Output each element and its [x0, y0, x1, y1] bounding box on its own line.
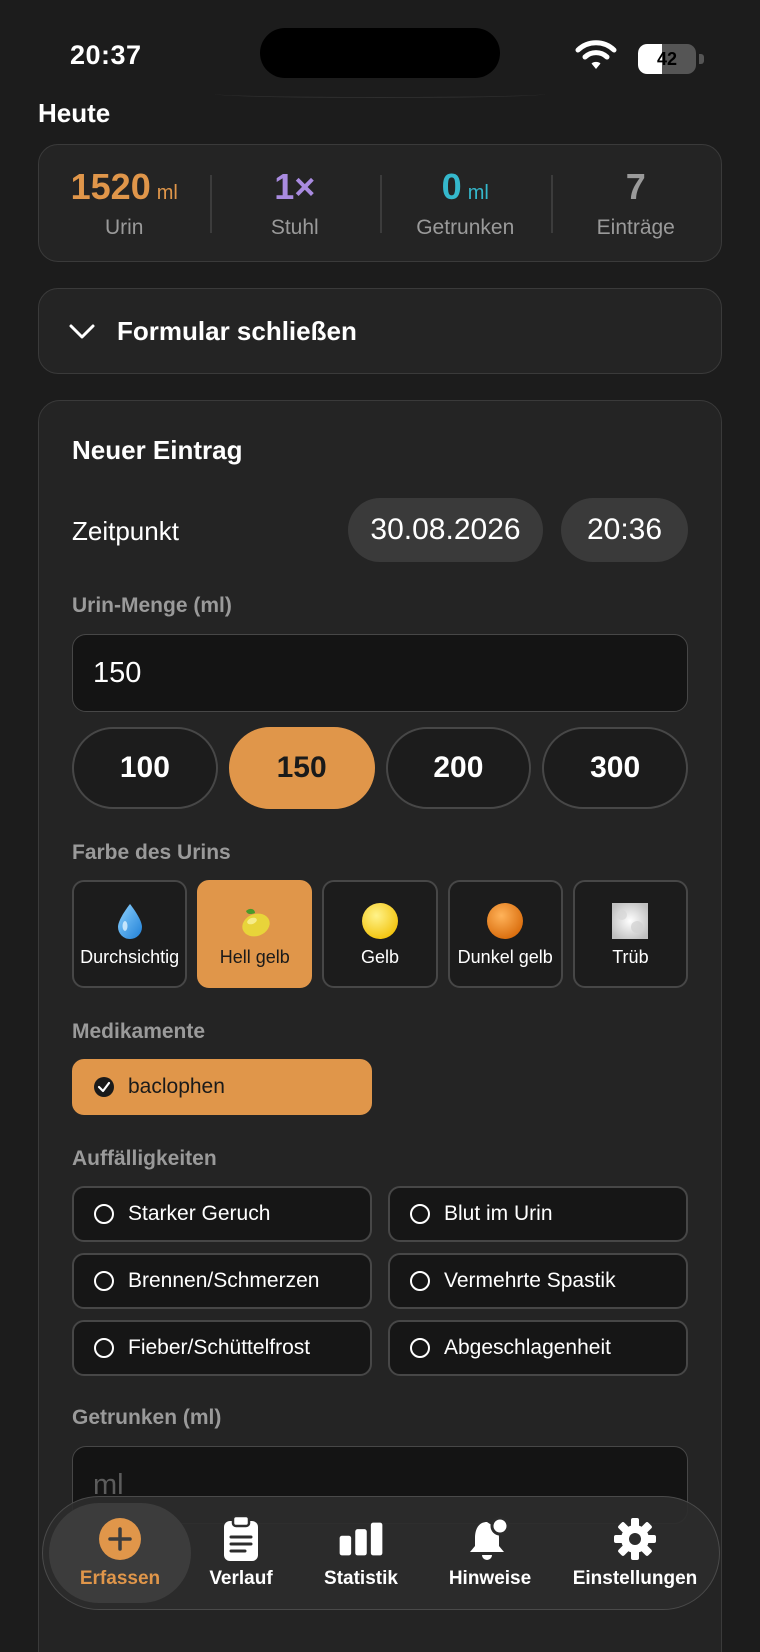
- orange-circle-icon: [487, 902, 524, 939]
- color-option-light-yellow[interactable]: Hell gelb: [197, 880, 313, 988]
- date-picker[interactable]: 30.08.2026: [348, 498, 543, 562]
- stat-value: 1520: [70, 166, 151, 207]
- symptom-chip[interactable]: Fieber/Schüttelfrost: [72, 1320, 372, 1376]
- color-option-label: Trüb: [612, 946, 649, 967]
- close-form-button[interactable]: Formular schließen: [38, 288, 722, 374]
- symptoms-label: Auffälligkeiten: [72, 1147, 217, 1170]
- color-option-label: Durchsichtig: [80, 946, 180, 967]
- symptom-label: Starker Geruch: [128, 1202, 271, 1225]
- stat-value: 1×: [274, 166, 316, 207]
- symptom-label: Brennen/Schmerzen: [128, 1269, 320, 1292]
- battery-percentage: 42: [656, 49, 678, 69]
- quick-amount-200[interactable]: 200: [385, 727, 532, 809]
- chevron-down-icon: [69, 324, 95, 339]
- new-entry-form: Neuer Eintrag Zeitpunkt 30.08.2026 20:36…: [38, 400, 722, 1652]
- stat-value: 0: [441, 166, 462, 207]
- stat-stool: 1× Stuhl: [209, 145, 381, 261]
- color-option-clear[interactable]: Durchsichtig: [72, 880, 188, 988]
- urine-color-row: Durchsichtig Hell gelb Gelb Dunkel gelb: [72, 880, 689, 988]
- symptom-chip[interactable]: Vermehrte Spastik: [388, 1253, 688, 1309]
- radio-icon: [94, 1271, 114, 1291]
- tab-statistik[interactable]: Statistik: [297, 1503, 425, 1603]
- radio-icon: [410, 1338, 430, 1358]
- symptom-chip[interactable]: Starker Geruch: [72, 1186, 372, 1242]
- yellow-circle-icon: [362, 902, 398, 939]
- tab-bar: Erfassen Verlauf Statistik Hinweise Eins…: [42, 1496, 720, 1610]
- bar-chart-icon: [338, 1516, 384, 1562]
- color-option-yellow[interactable]: Gelb: [322, 880, 438, 988]
- quick-amount-300[interactable]: 300: [542, 727, 688, 809]
- close-form-label: Formular schließen: [117, 315, 357, 346]
- tab-einstellungen[interactable]: Einstellungen: [555, 1503, 715, 1603]
- urine-amount-input[interactable]: 150: [72, 634, 688, 712]
- gear-icon: [612, 1516, 658, 1562]
- color-option-cloudy[interactable]: Trüb: [572, 880, 689, 988]
- droplet-icon: [117, 903, 142, 939]
- radio-icon: [410, 1271, 430, 1291]
- bell-badge-icon: [467, 1516, 513, 1562]
- stat-label: Einträge: [596, 216, 675, 239]
- symptom-label: Vermehrte Spastik: [444, 1269, 616, 1292]
- quick-amount-100[interactable]: 100: [72, 727, 218, 809]
- medication-chip-label: baclophen: [128, 1075, 225, 1098]
- stat-label: Getrunken: [416, 216, 515, 239]
- battery-icon: 42: [638, 44, 704, 74]
- radio-icon: [94, 1204, 114, 1224]
- radio-icon: [94, 1338, 114, 1358]
- tab-label: Erfassen: [79, 1568, 161, 1589]
- stat-label: Urin: [104, 216, 144, 239]
- section-title: Heute: [38, 98, 111, 128]
- color-option-label: Gelb: [360, 946, 400, 967]
- dynamic-island: [260, 28, 500, 78]
- stat-urine: 1520 ml Urin: [39, 145, 210, 261]
- tab-hinweise[interactable]: Hinweise: [425, 1503, 555, 1603]
- tab-erfassen[interactable]: Erfassen: [49, 1503, 191, 1603]
- scroll-edge: [215, 90, 545, 98]
- tab-label: Statistik: [324, 1568, 398, 1589]
- stat-label: Stuhl: [270, 216, 319, 239]
- symptom-chip[interactable]: Brennen/Schmerzen: [72, 1253, 372, 1309]
- quick-amount-150[interactable]: 150: [228, 727, 375, 809]
- checkmark-icon: [94, 1077, 114, 1097]
- symptom-chip[interactable]: Blut im Urin: [388, 1186, 688, 1242]
- stat-value: 7: [625, 166, 646, 207]
- tab-verlauf[interactable]: Verlauf: [185, 1503, 297, 1603]
- symptom-label: Blut im Urin: [444, 1202, 553, 1225]
- plus-circle-icon: [97, 1516, 143, 1562]
- stat-unit: ml: [156, 182, 178, 204]
- symptom-label: Fieber/Schüttelfrost: [128, 1336, 311, 1359]
- tab-label: Hinweise: [448, 1568, 532, 1589]
- tab-label: Verlauf: [209, 1568, 273, 1589]
- cloudy-square-icon: [612, 902, 649, 939]
- urine-color-label: Farbe des Urins: [72, 841, 231, 864]
- symptom-label: Abgeschlagenheit: [444, 1336, 611, 1359]
- time-picker[interactable]: 20:36: [561, 498, 688, 562]
- stat-entries: 7 Einträge: [550, 145, 722, 261]
- status-bar: 20:37 42: [0, 0, 760, 100]
- symptom-chip[interactable]: Abgeschlagenheit: [388, 1320, 688, 1376]
- quick-amount-row: 100 150 200 300: [72, 727, 688, 809]
- stat-drunk: 0 ml Getrunken: [380, 145, 551, 261]
- color-option-dark-yellow[interactable]: Dunkel gelb: [447, 880, 563, 988]
- clipboard-icon: [218, 1515, 264, 1562]
- clock: 20:37: [70, 40, 142, 70]
- lemon-icon: [242, 908, 270, 936]
- urine-amount-label: Urin-Menge (ml): [72, 594, 232, 617]
- medication-label: Medikamente: [72, 1020, 206, 1043]
- tab-label: Einstellungen: [572, 1568, 698, 1589]
- time-label: Zeitpunkt: [72, 516, 179, 546]
- drink-amount-label: Getrunken (ml): [72, 1406, 222, 1429]
- summary-card: 1520 ml Urin 1× Stuhl 0 ml Getrunken 7 E…: [38, 144, 722, 262]
- radio-icon: [410, 1204, 430, 1224]
- wifi-icon: [575, 40, 617, 69]
- color-option-label: Hell gelb: [219, 946, 290, 967]
- stat-unit: ml: [467, 182, 489, 204]
- form-title: Neuer Eintrag: [72, 435, 243, 465]
- color-option-label: Dunkel gelb: [457, 946, 553, 967]
- medication-chip[interactable]: baclophen: [72, 1059, 372, 1115]
